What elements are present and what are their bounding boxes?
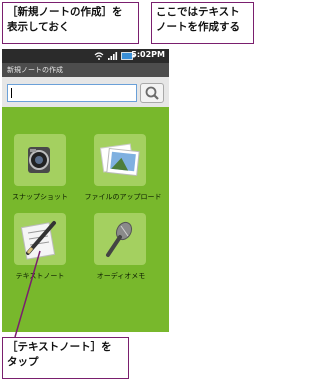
callout-connector-line (14, 250, 41, 338)
